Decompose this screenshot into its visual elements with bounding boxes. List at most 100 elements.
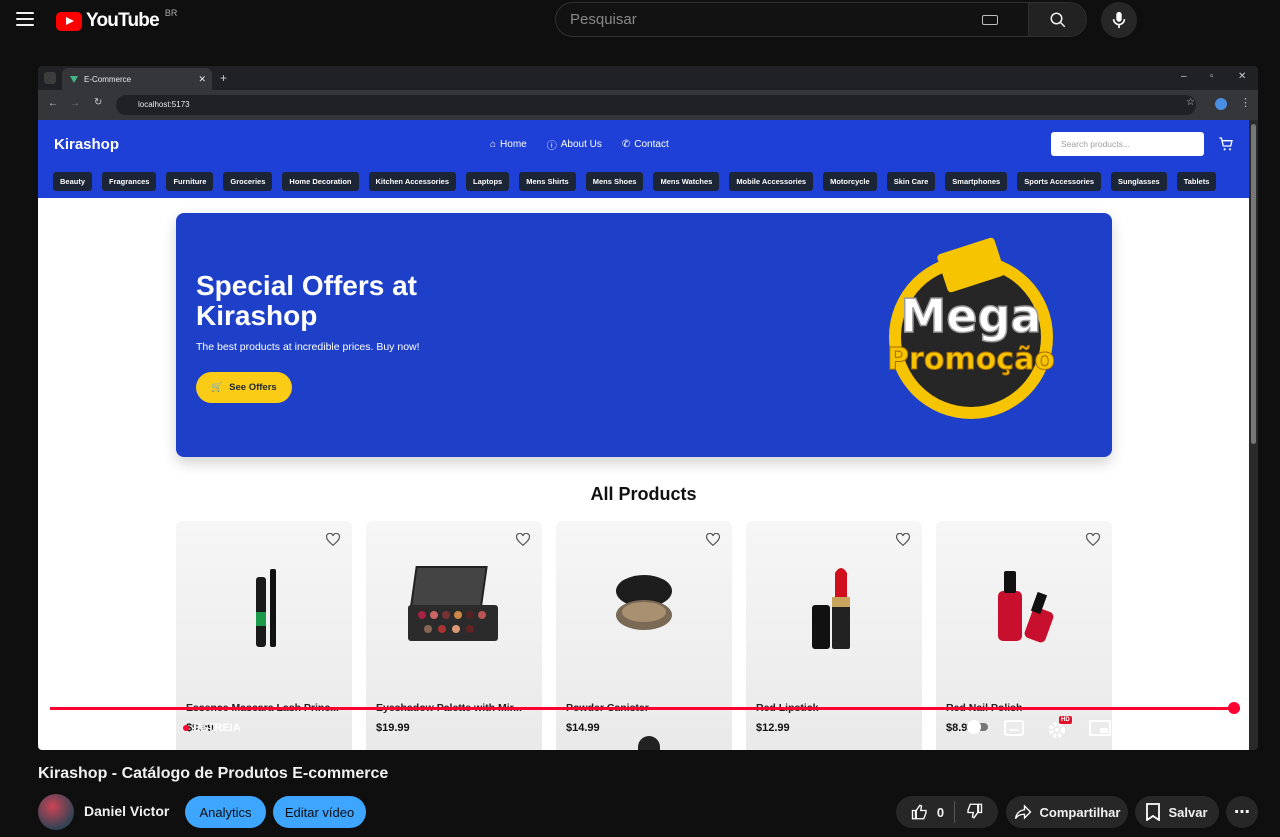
cart-icon: 🛒 <box>211 382 224 393</box>
category-chip[interactable]: Furniture <box>166 172 214 191</box>
play-button[interactable] <box>60 720 76 738</box>
dislike-button[interactable] <box>965 802 983 823</box>
category-chip[interactable]: Sunglasses <box>1111 172 1167 191</box>
youtube-header: YouTube BR Pesquisar <box>0 0 1280 40</box>
heart-icon[interactable] <box>516 533 530 546</box>
minimize-icon[interactable]: – <box>1181 71 1187 82</box>
share-button[interactable]: Compartilhar <box>1006 796 1128 828</box>
video-player[interactable]: E-Commerce ✕ + – ▫ ✕ ← → ↻ localhost:517… <box>38 66 1258 750</box>
volume-icon <box>143 721 152 735</box>
subtitles-button[interactable] <box>1004 720 1024 736</box>
product-image[interactable] <box>774 557 894 657</box>
hero-banner: Special Offers at Kirashop The best prod… <box>176 213 1112 457</box>
nav-home[interactable]: ⌂ Home <box>490 137 527 152</box>
category-chip[interactable]: Mens Shirts <box>519 172 576 191</box>
category-chip[interactable]: Motorcycle <box>823 172 877 191</box>
category-chip[interactable]: Tablets <box>1176 172 1217 191</box>
product-card[interactable]: Red Lipstick$12.99 <box>746 521 922 750</box>
category-chip[interactable]: Sports Accessories <box>1017 172 1101 191</box>
fullscreen-icon <box>1217 720 1235 738</box>
browser-tab[interactable]: E-Commerce ✕ <box>62 68 212 90</box>
category-chip[interactable]: Mens Shoes <box>585 172 644 191</box>
save-button[interactable]: Salvar <box>1135 796 1219 828</box>
back-icon[interactable]: ← <box>48 98 58 109</box>
nav-about[interactable]: ⓘ About Us <box>547 137 602 152</box>
category-chip[interactable]: Laptops <box>466 172 510 191</box>
share-icon <box>1014 804 1032 820</box>
heart-icon[interactable] <box>326 533 340 546</box>
close-tab-icon[interactable]: ✕ <box>198 74 206 85</box>
menu-icon[interactable] <box>16 12 34 26</box>
product-image[interactable] <box>204 557 324 657</box>
category-chip[interactable]: Beauty <box>53 172 93 191</box>
address-bar[interactable]: localhost:5173 <box>116 95 1196 115</box>
next-button[interactable] <box>101 720 119 736</box>
cart-icon[interactable] <box>1218 136 1234 152</box>
heart-icon[interactable] <box>896 533 910 546</box>
search-input[interactable]: Pesquisar <box>556 11 982 28</box>
volume-button[interactable] <box>142 720 158 736</box>
cast-button[interactable] <box>1173 720 1195 738</box>
voice-search-button[interactable] <box>1101 2 1137 38</box>
miniplayer-button[interactable] <box>1089 720 1111 736</box>
forward-icon[interactable]: → <box>70 98 80 109</box>
site-brand[interactable]: Kirashop <box>54 136 119 153</box>
site-nav-links: ⌂ Home ⓘ About Us ✆ Contact <box>490 137 669 152</box>
tab-title: E-Commerce <box>84 74 132 84</box>
category-chip[interactable]: Skin Care <box>886 172 936 191</box>
category-chip[interactable]: Fragrances <box>102 172 157 191</box>
reload-icon[interactable]: ↻ <box>94 97 102 108</box>
like-dislike-group: 0 <box>896 796 998 828</box>
bookmark-star-icon[interactable]: ☆ <box>1186 97 1195 108</box>
category-chip[interactable]: Mens Watches <box>653 172 720 191</box>
category-chip[interactable]: Home Decoration <box>282 172 359 191</box>
video-title: Kirashop - Catálogo de Produtos E-commer… <box>38 765 389 782</box>
product-grid: Essence Mascara Lash Princ...$9.99Eyesha… <box>176 521 1112 750</box>
keyboard-icon[interactable] <box>982 14 998 25</box>
product-search-input[interactable]: Search products... <box>1051 132 1204 156</box>
skip-next-icon <box>103 721 117 735</box>
chrome-menu-icon[interactable]: ⋮ <box>1240 96 1251 109</box>
product-card[interactable]: Eyeshadow Palette with Mir...$19.99 <box>366 521 542 750</box>
close-window-icon[interactable]: ✕ <box>1238 71 1246 82</box>
scrubber-handle[interactable] <box>1228 702 1240 714</box>
theater-mode-button[interactable] <box>1131 720 1153 734</box>
fullscreen-button[interactable] <box>1217 720 1235 738</box>
product-card[interactable]: Powder Canister$14.99 <box>556 521 732 750</box>
section-title: All Products <box>590 484 697 504</box>
category-chip[interactable]: Kitchen Accessories <box>368 172 457 191</box>
product-price: $19.99 <box>376 722 410 734</box>
heart-icon[interactable] <box>706 533 720 546</box>
product-image[interactable] <box>964 557 1084 657</box>
website-viewport: Kirashop ⌂ Home ⓘ About Us ✆ Contact Search… <box>38 120 1249 750</box>
settings-button[interactable]: HD <box>1047 716 1072 740</box>
more-icon: ⋯ <box>1234 804 1250 821</box>
youtube-logo[interactable]: YouTube BR <box>56 8 177 32</box>
see-offers-button[interactable]: 🛒 See Offers <box>196 372 292 403</box>
autoplay-toggle[interactable] <box>966 720 988 734</box>
category-chip[interactable]: Groceries <box>223 172 273 191</box>
analytics-button[interactable]: Analytics <box>185 796 266 828</box>
product-image[interactable] <box>394 557 514 657</box>
more-actions-button[interactable]: ⋯ <box>1226 796 1258 828</box>
profile-avatar[interactable] <box>1215 98 1227 110</box>
channel-avatar[interactable] <box>38 794 74 830</box>
heart-icon[interactable] <box>1086 533 1100 546</box>
tab-search-icon[interactable] <box>44 72 56 84</box>
restore-icon[interactable]: ▫ <box>1210 71 1214 82</box>
like-button[interactable]: 0 <box>911 803 944 821</box>
nav-contact[interactable]: ✆ Contact <box>622 137 669 152</box>
scrollbar-thumb[interactable] <box>1251 124 1256 444</box>
search-button[interactable] <box>1028 3 1086 36</box>
product-card[interactable]: Red Nail Polish$8.99 <box>936 521 1112 750</box>
hero-title: Special Offers at Kirashop <box>196 270 417 331</box>
category-chip[interactable]: Smartphones <box>945 172 1008 191</box>
new-tab-icon[interactable]: + <box>220 71 227 85</box>
progress-bar[interactable] <box>50 707 1241 710</box>
channel-name[interactable]: Daniel Victor <box>84 803 169 819</box>
category-chip[interactable]: Mobile Accessories <box>729 172 814 191</box>
product-image[interactable] <box>584 557 704 657</box>
browser-scrollbar[interactable] <box>1249 120 1258 750</box>
edit-video-button[interactable]: Editar vídeo <box>273 796 366 828</box>
product-card[interactable]: Essence Mascara Lash Princ...$9.99 <box>176 521 352 750</box>
